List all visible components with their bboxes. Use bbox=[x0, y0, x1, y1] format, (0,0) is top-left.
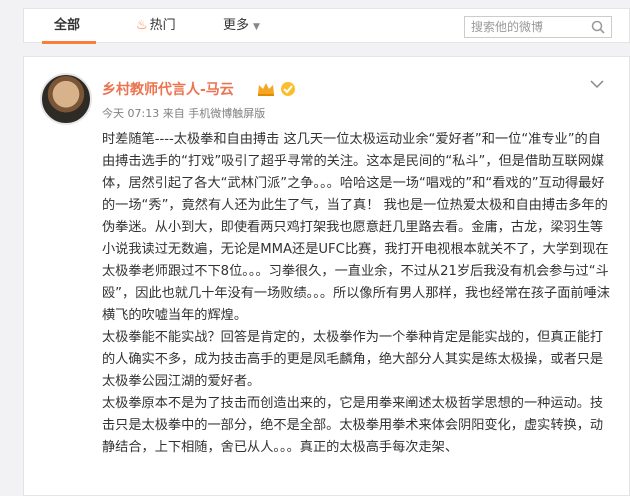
post-username[interactable]: 乡村教师代言人-马云 bbox=[102, 79, 234, 99]
tab-more[interactable]: 更多 ▼ bbox=[223, 9, 260, 43]
tab-hot[interactable]: ♨ 热门 bbox=[136, 9, 176, 43]
vip-crown-icon[interactable] bbox=[256, 81, 276, 97]
post-menu-chevron-icon[interactable] bbox=[590, 79, 604, 89]
search-icon[interactable] bbox=[591, 20, 605, 34]
search-input[interactable]: 搜索他的微博 bbox=[471, 17, 543, 37]
feed-tab-bar: 全部 ♨ 热门 更多 ▼ 搜索他的微博 bbox=[23, 8, 630, 44]
chevron-down-icon: ▼ bbox=[253, 22, 260, 32]
tab-all[interactable]: 全部 bbox=[54, 9, 80, 43]
post-meta: 今天 07:13 来自 手机微博触屏版 bbox=[102, 107, 266, 120]
tab-more-label: 更多 bbox=[223, 18, 250, 33]
post-card: 乡村教师代言人-马云 今天 07:13 来自 手机微博触屏版 时差随笔----太… bbox=[23, 56, 630, 496]
verified-icon[interactable] bbox=[279, 81, 297, 97]
search-box[interactable]: 搜索他的微博 bbox=[464, 16, 612, 38]
post-body: 时差随笔----太极拳和自由搏击 这几天一位太极运动业余“爱好者”和一位“准专业… bbox=[102, 129, 612, 459]
post-paragraph: 太极拳能不能实战？回答是肯定的，太极拳作为一个拳种肯定是能实战的，但真正能打的人… bbox=[102, 330, 604, 389]
tab-hot-label: 热门 bbox=[149, 18, 176, 33]
flame-icon: ♨ bbox=[136, 18, 148, 33]
active-tab-indicator bbox=[42, 41, 96, 44]
post-paragraph: 时差随笔----太极拳和自由搏击 这几天一位太极运动业余“爱好者”和一位“准专业… bbox=[102, 132, 610, 323]
avatar[interactable] bbox=[40, 73, 92, 125]
post-paragraph: 太极拳原本不是为了技击而创造出来的，它是用拳来阐述太极哲学思想的一种运动。技击只… bbox=[102, 396, 604, 455]
